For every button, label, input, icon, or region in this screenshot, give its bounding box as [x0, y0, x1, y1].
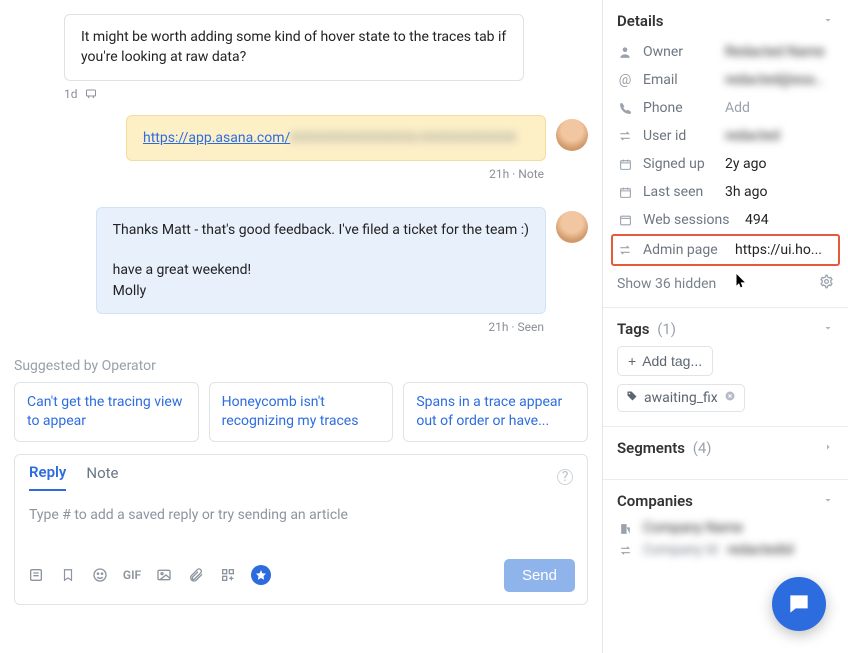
timestamp: 1d [64, 87, 78, 101]
swap-icon [617, 243, 633, 257]
messenger-fab[interactable] [772, 577, 826, 631]
add-tag-button[interactable]: + Add tag... [617, 346, 713, 376]
compose-input[interactable]: Type # to add a saved reply or try sendi… [15, 491, 587, 551]
browser-icon [617, 214, 633, 227]
chevron-down-icon[interactable] [822, 12, 834, 30]
plus-icon: + [628, 353, 636, 369]
segments-header: Segments (4) [617, 439, 712, 457]
suggested-chip[interactable]: Spans in a trace appear out of order or … [403, 382, 588, 442]
attachment-icon[interactable] [187, 566, 205, 584]
reply-text-1: Thanks Matt - that's good feedback. I've… [113, 220, 529, 240]
chevron-down-icon[interactable] [822, 320, 834, 338]
reply-bubble: Thanks Matt - that's good feedback. I've… [96, 207, 546, 314]
bookmark-icon[interactable] [59, 566, 77, 584]
suggested-row: Can't get the tracing view to appear Hon… [14, 382, 588, 442]
reply-text-2: have a great weekend! [113, 260, 529, 280]
detail-adminpage[interactable]: Admin page https://ui.ho... [617, 238, 834, 262]
suggested-chip[interactable]: Can't get the tracing view to appear [14, 382, 199, 442]
detail-websessions: Web sessions 494 [617, 206, 834, 234]
image-icon[interactable] [155, 566, 173, 584]
swap-icon [617, 544, 633, 557]
companies-header: Companies [617, 492, 693, 510]
building-icon [617, 522, 633, 535]
chevron-right-icon[interactable] [822, 439, 834, 457]
conversation-panel: It might be worth adding some kind of ho… [0, 0, 603, 653]
detail-signedup: Signed up 2y ago [617, 150, 834, 178]
message-reply: Thanks Matt - that's good feedback. I've… [14, 207, 588, 314]
app-icon[interactable] [219, 566, 237, 584]
note-meta: 21h · Note [14, 167, 588, 181]
composer: Reply Note ? Type # to add a saved reply… [14, 454, 588, 605]
company-row: Company Name [617, 514, 834, 542]
detail-userid: User id redacted [617, 122, 834, 150]
avatar [556, 119, 588, 151]
message-meta: 1d [14, 87, 588, 101]
tab-note[interactable]: Note [86, 464, 118, 490]
tab-reply[interactable]: Reply [29, 463, 66, 491]
details-panel: Details Owner Redacted Name @ Email reda… [603, 0, 848, 653]
message-note: https://app.asana.com/0000000000000000/0… [14, 115, 588, 161]
tag-pill[interactable]: awaiting_fix [617, 384, 745, 412]
avatar [556, 211, 588, 243]
detail-email: @ Email redacted@example.com [617, 66, 834, 94]
tag-icon [626, 390, 638, 406]
help-icon[interactable]: ? [557, 469, 573, 485]
detail-phone[interactable]: Phone Add [617, 94, 834, 122]
composer-toolbar: GIF Send [15, 551, 587, 604]
asana-link[interactable]: https://app.asana.com/ [143, 130, 290, 146]
gif-icon[interactable]: GIF [123, 566, 141, 584]
swap-icon [617, 129, 633, 143]
send-button[interactable]: Send [504, 559, 575, 592]
note-bubble: https://app.asana.com/0000000000000000/0… [126, 115, 546, 161]
remove-tag-icon[interactable] [724, 390, 736, 406]
reply-icon [84, 88, 98, 100]
detail-owner: Owner Redacted Name [617, 38, 834, 66]
reply-text-3: Molly [113, 281, 529, 301]
operator-star-icon[interactable] [251, 565, 271, 585]
suggested-chip[interactable]: Honeycomb isn't recognizing my traces [209, 382, 394, 442]
message-incoming: It might be worth adding some kind of ho… [64, 14, 588, 81]
gear-icon[interactable] [819, 274, 834, 293]
calendar-icon [617, 158, 633, 171]
suggested-label: Suggested by Operator [14, 358, 588, 374]
message-bubble: It might be worth adding some kind of ho… [64, 14, 524, 81]
company-row: Company Id redactedid [617, 542, 834, 564]
details-header: Details [617, 12, 663, 30]
tags-count: (1) [657, 320, 676, 338]
emoji-icon[interactable] [91, 566, 109, 584]
at-icon: @ [617, 72, 633, 88]
saved-reply-icon[interactable] [27, 566, 45, 584]
chevron-down-icon[interactable] [822, 492, 834, 510]
detail-lastseen: Last seen 3h ago [617, 178, 834, 206]
phone-icon [617, 102, 633, 115]
redacted-link-tail: 0000000000000000/000000000000 [290, 128, 516, 148]
calendar-icon [617, 186, 633, 199]
segments-count: (4) [693, 439, 712, 457]
tag-label: awaiting_fix [644, 390, 718, 406]
admin-page-highlight: Admin page https://ui.ho... [611, 234, 840, 266]
tags-header: Tags (1) [617, 320, 676, 338]
reply-meta: 21h · Seen [14, 320, 588, 334]
cursor-arrow [736, 274, 747, 293]
show-hidden[interactable]: Show 36 hidden [617, 274, 834, 293]
person-icon [617, 45, 633, 59]
